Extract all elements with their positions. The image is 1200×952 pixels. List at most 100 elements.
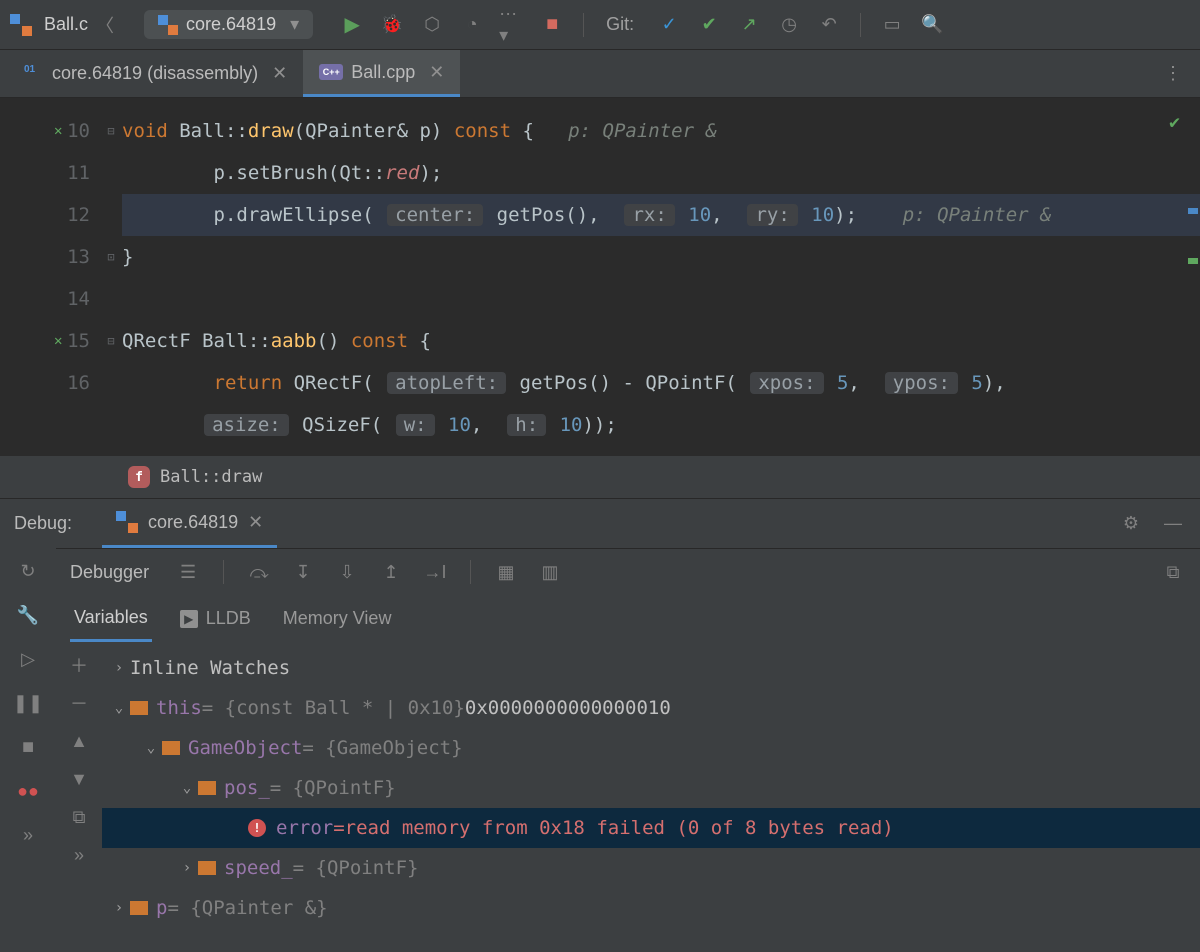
tab-ball-cpp[interactable]: C++ Ball.cpp ✕ xyxy=(303,50,460,97)
add-watch-icon[interactable]: ＋ xyxy=(66,652,92,678)
code-area[interactable]: void Ball::draw(QPainter& p) const { p: … xyxy=(0,98,1200,446)
tree-row[interactable]: ⌄GameObject = {GameObject} xyxy=(102,728,1200,768)
variable-icon xyxy=(162,741,180,755)
git-history-icon[interactable]: ◷ xyxy=(776,12,802,38)
gutter[interactable]: 10✕⊟ 11 12 13⊡ 14 15✕⊟ 16 xyxy=(0,98,100,498)
profile-icon[interactable]: ◔ xyxy=(459,12,485,38)
resume-icon[interactable]: ▷ xyxy=(15,646,41,672)
current-file-label[interactable]: Ball.c xyxy=(44,14,88,35)
trace-icon[interactable]: ▥ xyxy=(537,559,563,585)
code-editor[interactable]: ✔ 10✕⊟ 11 12 13⊡ 14 15✕⊟ 16 void Ball::d… xyxy=(0,98,1200,498)
breadcrumb[interactable]: f Ball::draw xyxy=(0,456,1200,498)
force-step-into-icon[interactable]: ⇩ xyxy=(334,559,360,585)
debugger-label: Debugger xyxy=(70,562,149,583)
separator xyxy=(860,13,861,37)
git-update-icon[interactable]: ✓ xyxy=(656,12,682,38)
override-icon[interactable]: ✕ xyxy=(54,110,62,152)
tree-row[interactable]: ⌄pos_ = {QPointF} xyxy=(102,768,1200,808)
gear-icon[interactable]: ⚙ xyxy=(1118,511,1144,537)
minimize-icon[interactable]: — xyxy=(1160,511,1186,537)
search-icon[interactable]: 🔍 xyxy=(919,12,945,38)
variable-icon xyxy=(130,701,148,715)
line-number: 15 xyxy=(67,330,90,352)
tree-row[interactable]: ›Inline Watches xyxy=(102,648,1200,688)
separator xyxy=(583,13,584,37)
error-stripe-mark[interactable] xyxy=(1188,258,1198,264)
view-breakpoints-icon[interactable]: ●⁠● xyxy=(15,778,41,804)
tree-row[interactable]: ⌄this = {const Ball * | 0x10} 0x00000000… xyxy=(102,688,1200,728)
step-out-icon[interactable]: ↥ xyxy=(378,559,404,585)
execution-line: p.drawEllipse( center: getPos(), rx: 10,… xyxy=(122,194,1200,236)
coverage-icon[interactable]: ⬡ xyxy=(419,12,445,38)
collapse-icon[interactable]: ⌄ xyxy=(140,740,162,756)
copy-icon[interactable]: ⧉ xyxy=(66,804,92,830)
remove-watch-icon[interactable]: － xyxy=(66,690,92,716)
fold-icon[interactable]: ⊟ xyxy=(104,124,118,138)
tab-label: core.64819 (disassembly) xyxy=(52,63,258,84)
debug-label: Debug: xyxy=(14,513,72,534)
override-icon[interactable]: ✕ xyxy=(54,320,62,362)
debug-tool-window: Debug: core.64819 ✕ ⚙ — ↻ 🔧 ▷ ❚❚ ■ ●⁠● »… xyxy=(0,498,1200,928)
run-debug-toolbar: ▶ 🐞 ⬡ ◔ ⋯ ▾ ■ Git: ✓ ✔ ↗ ◷ ↶ ▭ 🔍 xyxy=(339,12,945,38)
evaluate-icon[interactable]: ▦ xyxy=(493,559,519,585)
close-icon[interactable]: ✕ xyxy=(248,512,263,533)
threads-icon[interactable]: ☰ xyxy=(175,559,201,585)
pause-icon[interactable]: ❚❚ xyxy=(15,690,41,716)
tab-variables[interactable]: Variables xyxy=(70,596,152,642)
console-chevron-icon: ▶ xyxy=(180,610,198,628)
rerun-icon[interactable]: ↻ xyxy=(15,558,41,584)
run-config-label: core.64819 xyxy=(186,14,276,35)
down-icon[interactable]: ▼ xyxy=(66,766,92,792)
debug-session-tab[interactable]: core.64819 ✕ xyxy=(102,499,277,548)
function-badge-icon: f xyxy=(128,466,150,488)
expand-icon[interactable]: › xyxy=(108,900,130,916)
run-to-cursor-icon[interactable]: →I xyxy=(422,559,448,585)
tab-label: Ball.cpp xyxy=(351,62,415,83)
tab-memory-view[interactable]: Memory View xyxy=(279,596,396,642)
nav-back-icon[interactable]: 〈 xyxy=(96,12,116,38)
collapse-icon[interactable]: ⌄ xyxy=(108,700,130,716)
error-icon: ! xyxy=(248,819,266,837)
collapse-icon[interactable]: ⌄ xyxy=(176,780,198,796)
close-icon[interactable]: ✕ xyxy=(272,63,287,84)
layout-icon[interactable]: ⧉ xyxy=(1160,559,1186,585)
more-icon[interactable]: » xyxy=(15,822,41,848)
git-push-icon[interactable]: ↗ xyxy=(736,12,762,38)
tree-row[interactable]: ›p = {QPainter &} xyxy=(102,888,1200,928)
fold-end-icon[interactable]: ⊡ xyxy=(104,250,118,264)
variables-side-toolbar: ＋ － ▲ ▼ ⧉ » xyxy=(56,642,102,928)
undo-icon[interactable]: ↶ xyxy=(816,12,842,38)
editor-settings-icon[interactable]: ⋮ xyxy=(1158,59,1188,89)
git-commit-icon[interactable]: ✔ xyxy=(696,12,722,38)
run-configuration-selector[interactable]: core.64819 ▾ xyxy=(144,10,313,39)
close-icon[interactable]: ✕ xyxy=(429,62,444,83)
stop-icon[interactable]: ■ xyxy=(539,12,565,38)
inspection-ok-icon[interactable]: ✔ xyxy=(1169,112,1180,133)
line-number: 10 xyxy=(67,120,90,142)
run-icon[interactable]: ▶ xyxy=(339,12,365,38)
error-stripe-mark[interactable] xyxy=(1188,208,1198,214)
step-into-icon[interactable]: ↧ xyxy=(290,559,316,585)
step-over-icon[interactable]: ⤼ xyxy=(246,559,272,585)
run-menu-icon[interactable]: ⋯ ▾ xyxy=(499,12,525,38)
tree-row[interactable]: ›speed_ = {QPointF} xyxy=(102,848,1200,888)
expand-icon[interactable]: › xyxy=(108,660,130,676)
fold-icon[interactable]: ⊟ xyxy=(104,334,118,348)
variables-tree[interactable]: ›Inline Watches ⌄this = {const Ball * | … xyxy=(102,642,1200,928)
line-number: 14 xyxy=(67,288,90,310)
tree-row[interactable]: !error = read memory from 0x18 failed (0… xyxy=(102,808,1200,848)
cpp-file-icon xyxy=(10,14,32,36)
expand-icon[interactable]: › xyxy=(176,860,198,876)
tab-lldb[interactable]: ▶LLDB xyxy=(176,596,255,642)
debug-icon[interactable]: 🐞 xyxy=(379,12,405,38)
project-tool-icon[interactable]: ▭ xyxy=(879,12,905,38)
wrench-icon[interactable]: 🔧 xyxy=(15,602,41,628)
tab-disassembly[interactable]: core.64819 (disassembly) ✕ xyxy=(8,50,303,97)
more-icon[interactable]: » xyxy=(66,842,92,868)
debugger-tabs: Variables ▶LLDB Memory View xyxy=(56,596,1200,642)
up-icon[interactable]: ▲ xyxy=(66,728,92,754)
cpp-file-icon: C++ xyxy=(319,64,343,80)
stop-icon[interactable]: ■ xyxy=(15,734,41,760)
separator xyxy=(223,560,224,584)
editor-tabs: core.64819 (disassembly) ✕ C++ Ball.cpp … xyxy=(0,50,1200,98)
